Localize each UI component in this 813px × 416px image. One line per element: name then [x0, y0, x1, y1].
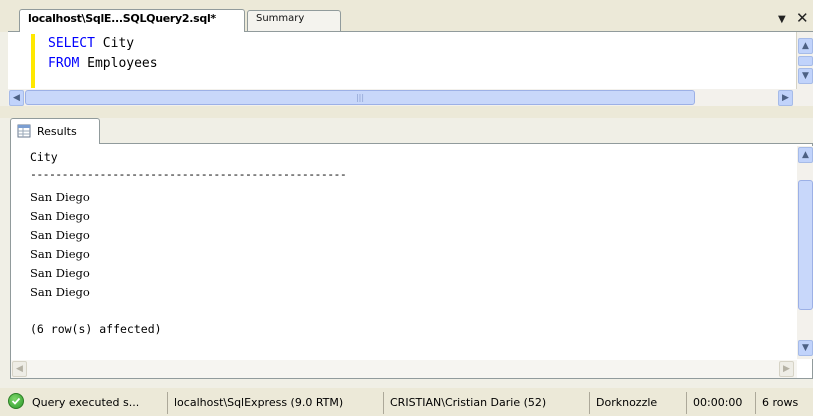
scroll-thumb[interactable]: |||	[25, 90, 695, 105]
elapsed-time: 00:00:00	[686, 392, 754, 414]
tab-query-document[interactable]: localhost\SqlE...SQLQuery2.sql*	[19, 9, 245, 32]
tab-results[interactable]: Results	[10, 118, 100, 144]
scroll-right-icon[interactable]: ▶	[779, 361, 794, 377]
server-name: localhost\SqlExpress (9.0 RTM)	[167, 392, 382, 414]
keyword-select: SELECT	[48, 36, 95, 51]
code-line-1: SELECT City	[48, 36, 134, 51]
result-row: San Diego	[30, 247, 90, 261]
tab-summary[interactable]: Summary	[247, 10, 341, 31]
tab-list-dropdown-icon[interactable]: ▼	[778, 14, 786, 25]
editor-vertical-scrollbar[interactable]: ▲ ▼	[796, 32, 813, 90]
change-marker	[31, 34, 35, 88]
scroll-left-icon[interactable]: ◀	[9, 90, 24, 106]
query-editor[interactable]: SELECT City FROM Employees ▲ ▼	[8, 31, 813, 90]
scroll-thumb[interactable]	[798, 180, 813, 310]
code-text: Employees	[79, 56, 158, 71]
rows-affected-message: (6 row(s) affected)	[30, 322, 162, 336]
result-row: San Diego	[30, 266, 90, 280]
results-pane[interactable]: City -----------------------------------…	[10, 143, 813, 379]
scroll-down-icon[interactable]: ▼	[798, 340, 813, 356]
result-row: San Diego	[30, 285, 90, 299]
results-vertical-scrollbar[interactable]: ▲ ▼	[797, 146, 813, 359]
header-separator: ----------------------------------------…	[30, 167, 347, 181]
result-row: San Diego	[30, 209, 90, 223]
scroll-up-icon[interactable]: ▲	[798, 147, 813, 163]
column-header: City	[30, 150, 58, 164]
scroll-down-icon[interactable]: ▼	[798, 68, 813, 84]
success-check-icon	[8, 393, 24, 409]
database-name: Dorknozzle	[589, 392, 685, 414]
pane-splitter[interactable]	[0, 106, 813, 118]
row-count: 6 rows	[755, 392, 813, 414]
editor-horizontal-scrollbar[interactable]: ◀ ||| ▶	[8, 89, 813, 106]
tab-results-label: Results	[37, 125, 77, 138]
scroll-right-icon[interactable]: ▶	[778, 90, 793, 106]
keyword-from: FROM	[48, 56, 80, 71]
scroll-up-icon[interactable]: ▲	[798, 38, 813, 54]
code-line-2: FROM Employees	[48, 56, 158, 71]
status-bar: Query executed s... localhost\SqlExpress…	[0, 388, 813, 416]
scroll-thumb[interactable]	[798, 56, 813, 66]
status-message: Query executed s...	[32, 396, 140, 409]
result-row: San Diego	[30, 190, 90, 204]
scroll-left-icon[interactable]: ◀	[12, 361, 27, 377]
results-grid-icon	[17, 124, 31, 138]
code-text: City	[94, 36, 135, 51]
result-row: San Diego	[30, 228, 90, 242]
results-horizontal-scrollbar[interactable]: ◀ ▶	[11, 360, 797, 378]
close-icon[interactable]: ✕	[796, 9, 809, 27]
document-tab-strip: localhost\SqlE...SQLQuery2.sql* Summary …	[0, 0, 813, 32]
user-name: CRISTIAN\Cristian Darie (52)	[383, 392, 588, 414]
